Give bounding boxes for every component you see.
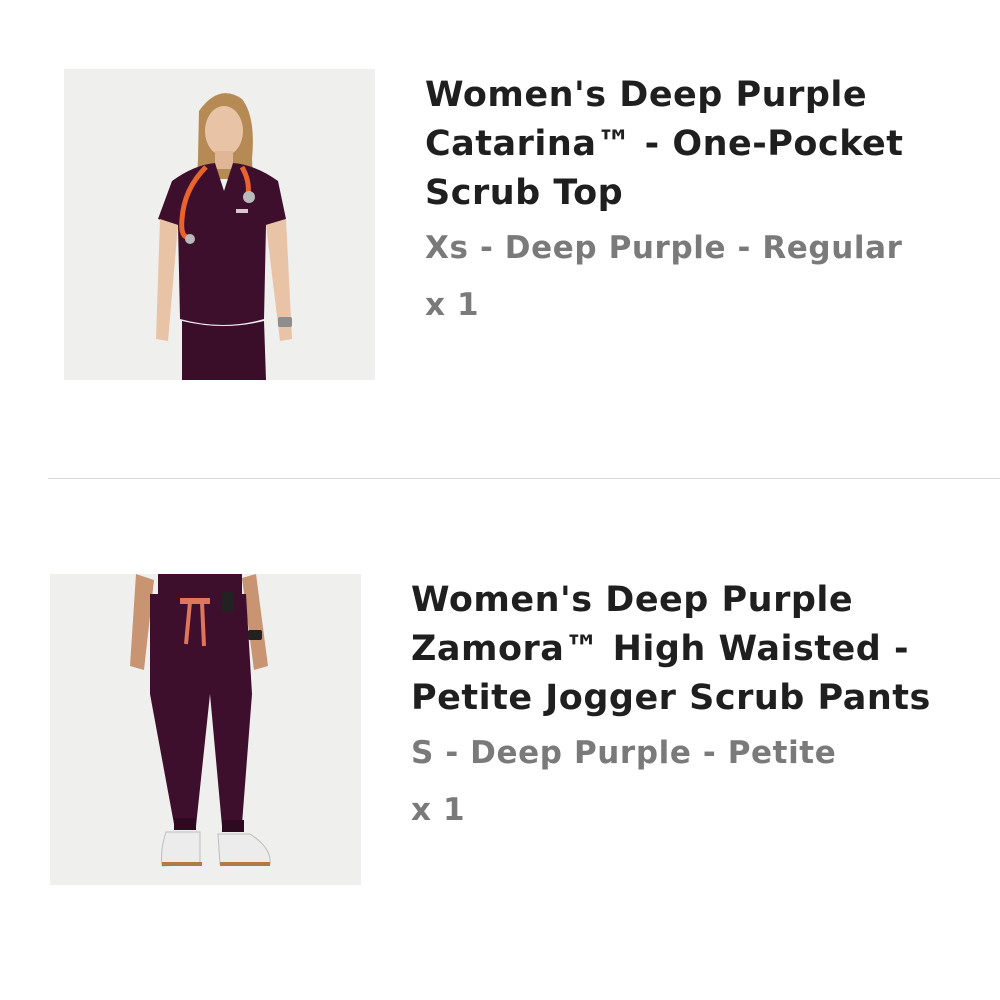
product-image-jogger-pants[interactable]	[50, 574, 361, 885]
price-edge-fragment	[993, 150, 1000, 178]
cart-item-details: Women's Deep Purple Catarina™ - One-Pock…	[425, 71, 1000, 325]
product-variant: Xs - Deep Purple - Regular	[425, 230, 903, 266]
product-variant: S - Deep Purple - Petite	[411, 735, 837, 771]
product-image-scrub-top[interactable]	[64, 69, 375, 380]
product-title[interactable]: Women's Deep Purple Zamora™ High Waisted…	[411, 576, 1000, 723]
cart-item: Women's Deep Purple Zamora™ High Waisted…	[0, 479, 1000, 1000]
product-title[interactable]: Women's Deep Purple Catarina™ - One-Pock…	[425, 71, 1000, 218]
cart-item: Women's Deep Purple Catarina™ - One-Pock…	[0, 0, 1000, 478]
price-edge-fragment	[993, 84, 1000, 106]
cart-items-list: Women's Deep Purple Catarina™ - One-Pock…	[0, 0, 1000, 1000]
jogger-pants-model-illustration	[50, 574, 361, 885]
cart-item-details: Women's Deep Purple Zamora™ High Waisted…	[411, 576, 1000, 830]
product-quantity: x 1	[411, 792, 466, 828]
scrub-top-model-illustration	[64, 69, 375, 380]
product-quantity: x 1	[425, 287, 480, 323]
